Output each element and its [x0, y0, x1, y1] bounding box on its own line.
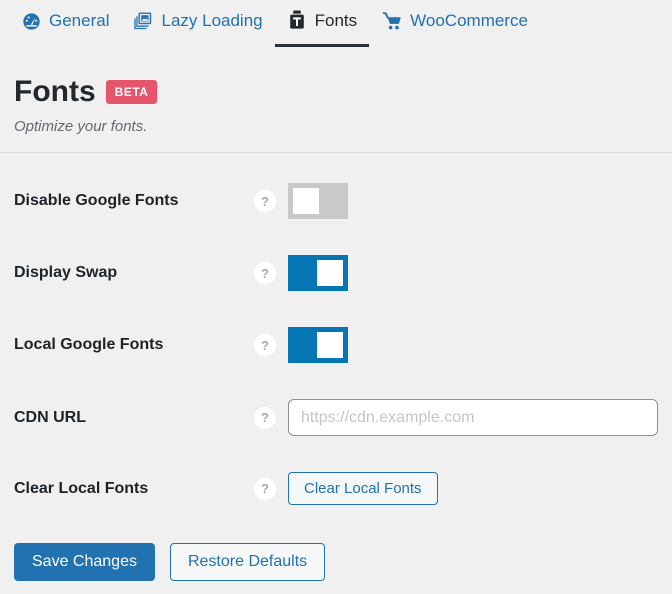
- help-icon[interactable]: ?: [254, 477, 276, 500]
- setting-label: CDN URL: [14, 408, 86, 426]
- setting-row-local-google-fonts: Local Google Fonts ?: [14, 327, 658, 363]
- page-title: Fonts BETA: [14, 75, 658, 109]
- tab-fonts[interactable]: Fonts: [274, 10, 370, 47]
- help-icon[interactable]: ?: [254, 262, 276, 284]
- setting-row-cdn-url: CDN URL ?: [14, 399, 658, 436]
- setting-label: Clear Local Fonts: [14, 479, 149, 497]
- help-icon[interactable]: ?: [254, 190, 276, 212]
- setting-row-clear-local-fonts: Clear Local Fonts ? Clear Local Fonts: [14, 472, 658, 505]
- setting-label: Disable Google Fonts: [14, 192, 179, 209]
- tab-woocommerce[interactable]: WooCommerce: [369, 11, 540, 47]
- tab-lazy-loading[interactable]: Lazy Loading: [121, 11, 274, 47]
- clear-local-fonts-button[interactable]: Clear Local Fonts: [288, 472, 438, 505]
- setting-label: Local Google Fonts: [14, 336, 164, 353]
- settings-content: Fonts BETA Optimize your fonts. Disable …: [0, 75, 672, 581]
- tab-label: General: [49, 11, 110, 30]
- cart-icon: [381, 11, 402, 31]
- settings-tab-bar: General Lazy Loading Fonts WooCommerce: [0, 0, 672, 47]
- toggle-knob: [293, 188, 319, 214]
- toggle-knob: [317, 332, 343, 358]
- local-google-fonts-toggle[interactable]: [288, 327, 348, 363]
- page-title-text: Fonts: [14, 75, 96, 108]
- cdn-url-input[interactable]: [288, 399, 658, 436]
- section-divider: [0, 152, 672, 153]
- disable-google-fonts-toggle[interactable]: [288, 183, 348, 219]
- tab-label: Lazy Loading: [161, 11, 263, 30]
- tab-label: Fonts: [314, 10, 358, 30]
- fonts-icon: [287, 10, 307, 31]
- setting-row-display-swap: Display Swap ?: [14, 255, 658, 291]
- beta-badge: BETA: [105, 80, 158, 104]
- tab-label: WooCommerce: [410, 11, 528, 30]
- setting-row-disable-google-fonts: Disable Google Fonts ?: [14, 183, 658, 219]
- restore-defaults-button[interactable]: Restore Defaults: [169, 543, 326, 581]
- page-subtitle: Optimize your fonts.: [14, 118, 148, 135]
- images-icon: [133, 11, 153, 31]
- footer-actions: Save Changes Restore Defaults: [14, 543, 658, 581]
- setting-label: Display Swap: [14, 264, 118, 281]
- settings-rows: Disable Google Fonts ? Display Swap ? Lo…: [14, 183, 658, 505]
- dashboard-icon: [22, 12, 41, 31]
- tab-general[interactable]: General: [10, 11, 121, 47]
- display-swap-toggle[interactable]: [288, 255, 348, 291]
- save-changes-button[interactable]: Save Changes: [14, 543, 155, 581]
- toggle-knob: [317, 260, 343, 286]
- fonts-settings-page: General Lazy Loading Fonts WooCommerce F…: [0, 0, 672, 581]
- help-icon[interactable]: ?: [254, 406, 276, 429]
- help-icon[interactable]: ?: [254, 334, 276, 356]
